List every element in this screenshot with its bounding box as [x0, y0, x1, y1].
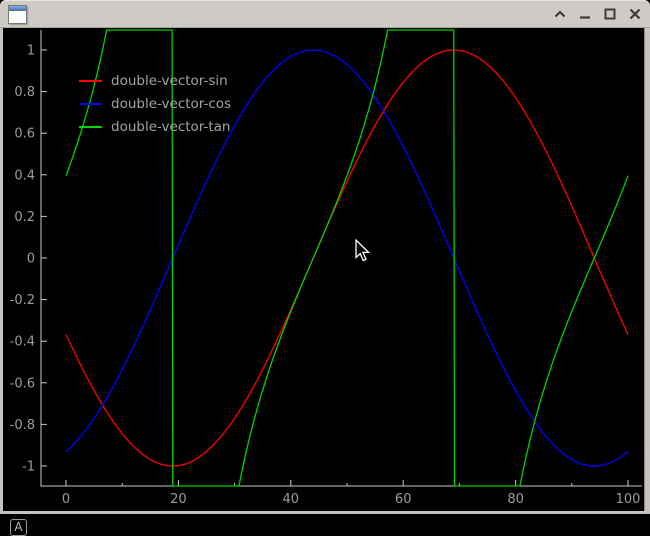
window-controls: [551, 0, 644, 28]
y-tick-label: -1: [22, 460, 35, 475]
x-tick-label: 80: [507, 492, 524, 507]
titlebar[interactable]: [0, 0, 650, 28]
x-tick-label: 100: [616, 492, 641, 507]
legend-swatch-double-vector-tan: [79, 126, 102, 128]
minimize-icon: [579, 9, 591, 19]
plot-canvas[interactable]: 1 0.8 0.6 0.4 0.2 0 -0.2 -0.4 -0.6 -0.8 -1 0 20 40 60 8…: [3, 28, 644, 511]
legend-item-double-vector-tan: double-vector-tan: [79, 119, 230, 135]
legend-label: double-vector-sin: [111, 73, 228, 89]
maximize-button[interactable]: [601, 5, 619, 23]
letter-a-badge[interactable]: A: [10, 519, 27, 536]
x-tick-label: 0: [62, 492, 70, 507]
curve-double-vector-cos: [66, 50, 628, 466]
legend-swatch-double-vector-sin: [79, 80, 102, 82]
shade-button[interactable]: [551, 5, 569, 23]
x-tick-label: 20: [170, 492, 187, 507]
legend-item-double-vector-sin: double-vector-sin: [79, 73, 228, 89]
window-border-right: [644, 28, 650, 511]
legend-label: double-vector-cos: [111, 96, 231, 112]
plot-window: 1 0.8 0.6 0.4 0.2 0 -0.2 -0.4 -0.6 -0.8 -1 0 20 40 60 8…: [0, 0, 650, 514]
y-tick-label: -0.4: [10, 335, 35, 350]
window-app-icon-bar: [9, 6, 26, 11]
y-tick-label: -0.8: [10, 418, 35, 433]
curve-double-vector-sin: [66, 50, 628, 466]
minimize-button[interactable]: [576, 5, 594, 23]
y-tick-label: -0.6: [10, 376, 35, 391]
y-tick-label: 0.4: [14, 168, 35, 183]
legend-label: double-vector-tan: [111, 119, 230, 135]
chevron-up-icon: [554, 10, 566, 18]
close-icon: [629, 8, 641, 20]
legend-item-double-vector-cos: double-vector-cos: [79, 96, 231, 112]
legend-swatch-double-vector-cos: [79, 103, 102, 105]
y-tick-label: -0.2: [10, 293, 35, 308]
window-app-icon[interactable]: [8, 5, 27, 24]
x-tick-label: 60: [395, 492, 412, 507]
close-button[interactable]: [626, 5, 644, 23]
y-tick-label: 1: [27, 44, 35, 59]
y-tick-label: 0.2: [14, 210, 35, 225]
y-tick-label: 0.6: [14, 127, 35, 142]
maximize-icon: [604, 8, 616, 20]
y-tick-label: 0.8: [14, 85, 35, 100]
y-tick-label: 0: [27, 252, 35, 267]
x-tick-label: 40: [283, 492, 300, 507]
